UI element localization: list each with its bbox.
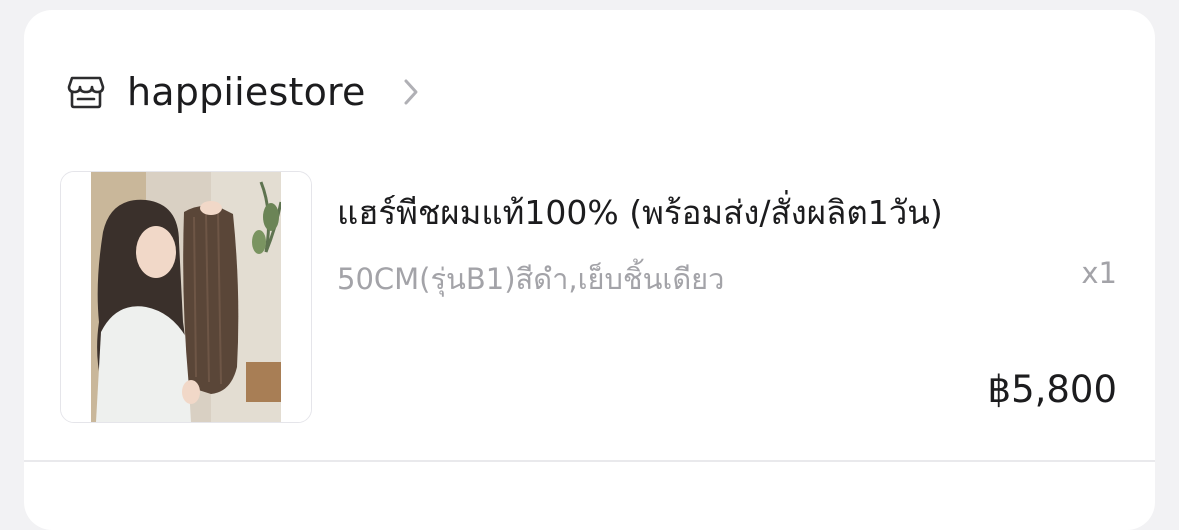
product-image[interactable] — [60, 171, 312, 423]
item-price: ฿5,800 — [987, 368, 1117, 411]
divider — [24, 460, 1155, 462]
product-variant: 50CM(รุ่นB1)สีดำ,เย็บชิ้นเดียว — [337, 262, 725, 296]
chevron-right-icon[interactable] — [402, 77, 420, 107]
order-item-card: happiiestore แฮร์พีชผมแท้100% (พร้อมส่ง/… — [24, 10, 1155, 530]
shop-name[interactable]: happiiestore — [127, 70, 366, 114]
storefront-icon — [66, 72, 106, 112]
shop-header[interactable]: happiiestore — [66, 66, 420, 118]
item-quantity: x1 — [1081, 256, 1117, 290]
product-title[interactable]: แฮร์พีชผมแท้100% (พร้อมส่ง/สั่งผลิต1วัน) — [337, 186, 943, 239]
